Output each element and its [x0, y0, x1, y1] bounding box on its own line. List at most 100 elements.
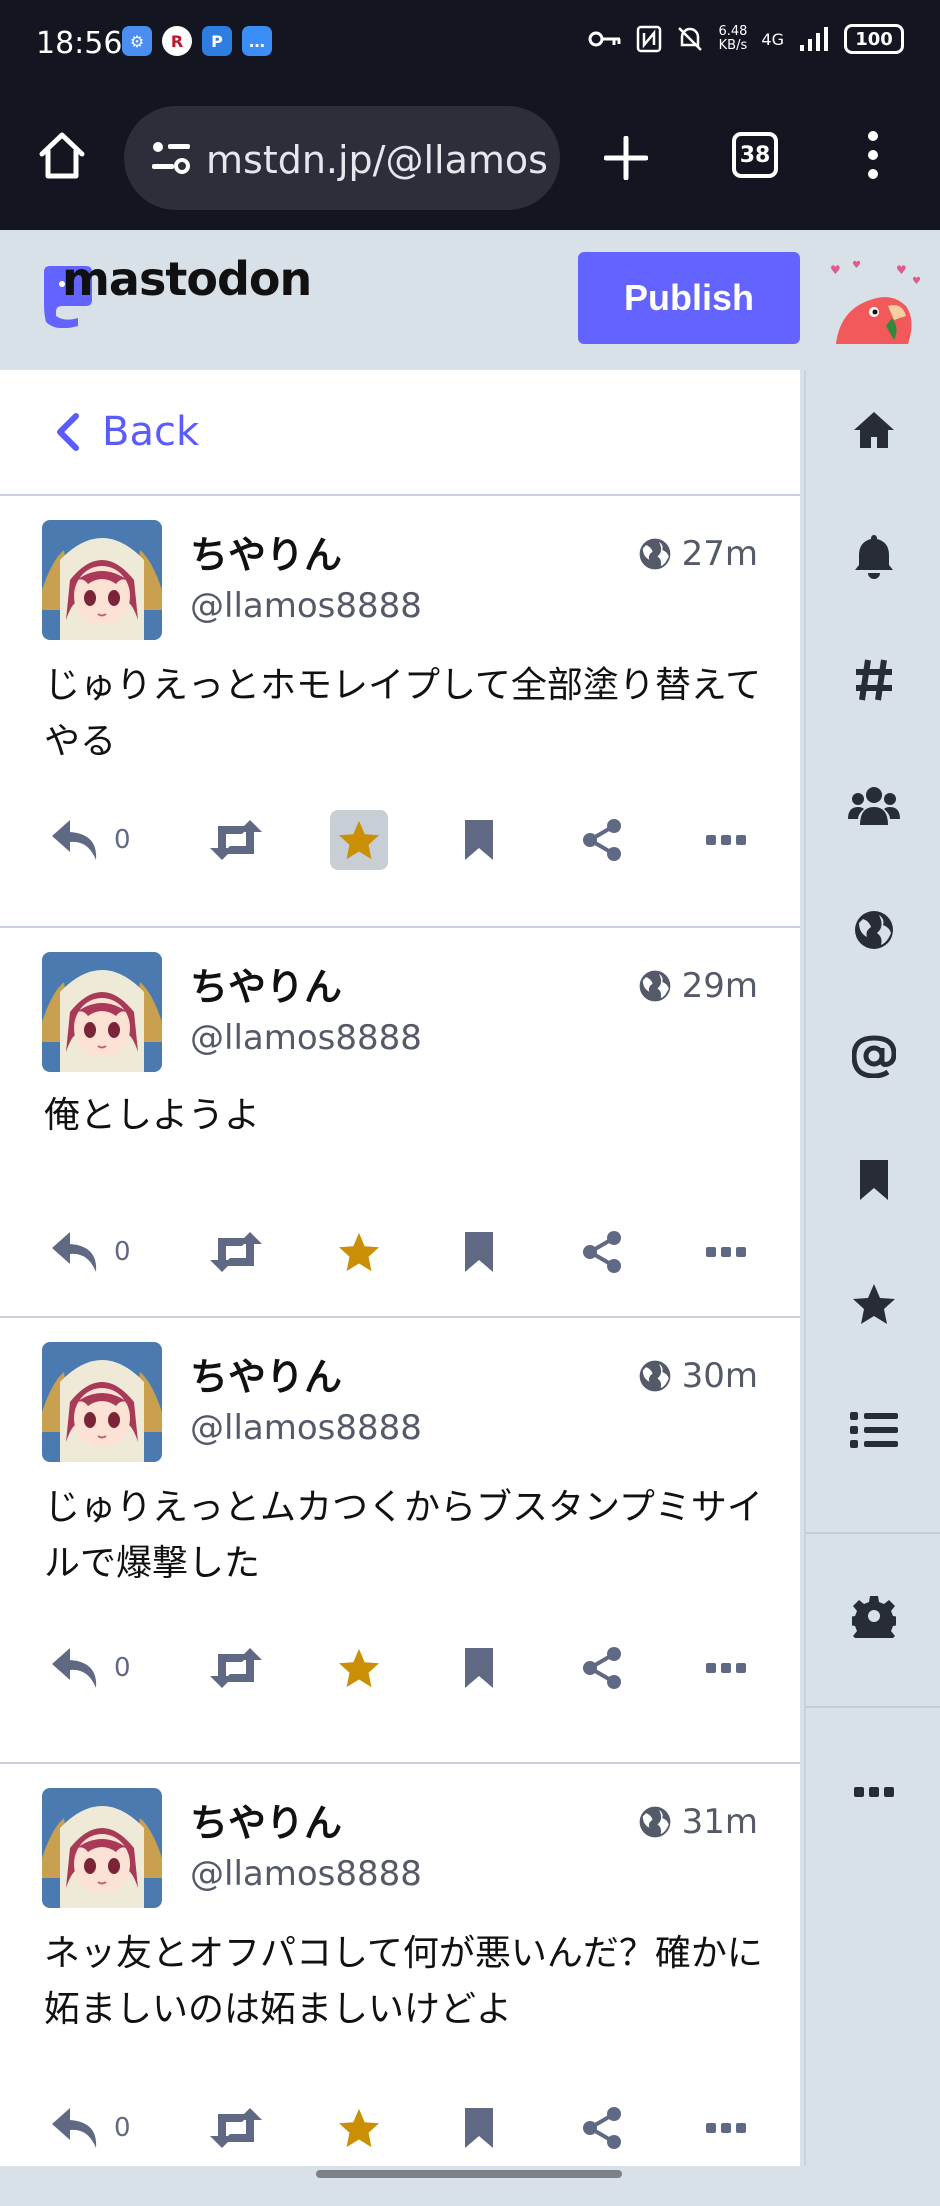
- parrot-avatar-icon: ♥ ♥ ♥ ♥: [830, 260, 921, 344]
- post-timestamp[interactable]: 29m: [638, 966, 758, 1006]
- nav-divider: [806, 1532, 940, 1534]
- globe-icon: [855, 911, 893, 949]
- boost-icon: [210, 1232, 262, 1272]
- account-handle[interactable]: @llamos8888: [190, 1854, 422, 1894]
- avatar-image: [42, 1342, 162, 1462]
- reply-count: 0: [114, 825, 131, 855]
- action-bar: 0: [42, 1222, 762, 1282]
- nav-favourites[interactable]: [806, 1264, 940, 1344]
- favourite-button[interactable]: [330, 2098, 388, 2158]
- account-handle[interactable]: @llamos8888: [190, 586, 422, 626]
- svg-text:♥: ♥: [852, 260, 861, 271]
- nav-more[interactable]: [806, 1752, 940, 1832]
- more-button[interactable]: [706, 2098, 746, 2158]
- browser-menu-icon[interactable]: [866, 130, 880, 180]
- reply-button[interactable]: 0: [50, 810, 131, 870]
- user-avatar[interactable]: ♥ ♥ ♥ ♥: [826, 260, 926, 350]
- gesture-bar[interactable]: [316, 2170, 622, 2178]
- avatar[interactable]: [42, 952, 162, 1072]
- reply-button[interactable]: 0: [50, 1222, 131, 1282]
- paypay-icon: P: [202, 26, 232, 56]
- display-name[interactable]: ちやりん: [190, 1346, 342, 1401]
- favourite-button[interactable]: [330, 1222, 388, 1282]
- home-icon[interactable]: [38, 130, 86, 182]
- mastodon-wordmark[interactable]: mastodon: [62, 252, 312, 306]
- display-name[interactable]: ちやりん: [190, 1792, 342, 1847]
- share-button[interactable]: [580, 2098, 624, 2158]
- reply-count: 0: [114, 1237, 131, 1267]
- post-timestamp[interactable]: 27m: [638, 534, 758, 574]
- bookmark-button[interactable]: [462, 2098, 496, 2158]
- bookmark-button[interactable]: [462, 1638, 496, 1698]
- vpn-key-icon: [588, 31, 621, 47]
- hashtag-icon: [856, 659, 892, 701]
- boost-button[interactable]: [208, 1222, 264, 1282]
- share-button[interactable]: [580, 810, 624, 870]
- nav-federated[interactable]: [806, 890, 940, 970]
- nav-preferences[interactable]: [806, 1576, 940, 1656]
- share-button[interactable]: [580, 1638, 624, 1698]
- network-type: 4G: [761, 29, 784, 49]
- publish-button[interactable]: Publish: [578, 252, 800, 344]
- tab-switcher-button[interactable]: 38: [732, 132, 778, 178]
- boost-button[interactable]: [208, 1638, 264, 1698]
- nav-bookmarks[interactable]: [806, 1140, 940, 1220]
- display-name[interactable]: ちやりん: [190, 956, 342, 1011]
- boost-icon: [210, 2108, 262, 2148]
- action-bar: 0: [42, 1638, 762, 1698]
- nav-local[interactable]: [806, 766, 940, 846]
- more-button[interactable]: [706, 1222, 746, 1282]
- more-button[interactable]: [706, 1638, 746, 1698]
- boost-button[interactable]: [208, 2098, 264, 2158]
- post-content: ネッ友とオフパコして何が悪いんだ？確かに妬ましいのは妬ましいけどよ: [44, 1933, 763, 2030]
- users-icon: [848, 787, 900, 825]
- boost-button[interactable]: [208, 810, 264, 870]
- favourite-button[interactable]: [330, 1638, 388, 1698]
- ellipsis-icon: [706, 1663, 746, 1673]
- star-icon: [338, 1648, 380, 1688]
- status-post[interactable]: ちやりん @llamos8888 31m ネッ友とオフパコして何が悪いんだ？確かに妬ま…: [0, 1764, 800, 2166]
- nav-divider: [806, 1706, 940, 1708]
- avatar[interactable]: [42, 520, 162, 640]
- share-button[interactable]: [580, 1222, 624, 1282]
- site-settings-icon[interactable]: [150, 138, 192, 178]
- status-post[interactable]: ちやりん @llamos8888 27m じゅりえっとホモレイプして全部塗り替えてやる…: [0, 496, 800, 928]
- avatar[interactable]: [42, 1788, 162, 1908]
- url-bar[interactable]: mstdn.jp/@llamos: [124, 106, 560, 210]
- reply-button[interactable]: 0: [50, 1638, 131, 1698]
- reply-icon: [52, 1232, 97, 1272]
- more-button[interactable]: [706, 810, 746, 870]
- reply-icon: [52, 1648, 97, 1688]
- svg-text:♥: ♥: [896, 263, 907, 277]
- relative-time: 27m: [681, 534, 758, 574]
- post-content: じゅりえっとホモレイプして全部塗り替えてやる: [44, 665, 762, 762]
- bookmark-button[interactable]: [462, 810, 496, 870]
- ellipsis-icon: [706, 835, 746, 845]
- at-icon: [852, 1035, 896, 1078]
- reply-button[interactable]: 0: [50, 2098, 131, 2158]
- bookmark-button[interactable]: [462, 1222, 496, 1282]
- new-tab-icon[interactable]: [604, 136, 648, 180]
- globe-icon: [639, 970, 670, 1002]
- account-handle[interactable]: @llamos8888: [190, 1408, 422, 1448]
- account-handle[interactable]: @llamos8888: [190, 1018, 422, 1058]
- list-icon: [850, 1412, 898, 1448]
- nav-lists[interactable]: [806, 1390, 940, 1470]
- status-post[interactable]: ちやりん @llamos8888 30m じゅりえっとムカつくからブスタンプミサイルで…: [0, 1318, 800, 1764]
- favourite-button[interactable]: [330, 810, 388, 870]
- network-speed: 6.48 KB/s: [718, 24, 748, 53]
- main-column: Back ちやりん @llamos8888 27m じゅりえっとホモレイプして全部塗り…: [0, 370, 800, 2166]
- avatar[interactable]: [42, 1342, 162, 1462]
- nav-notifications[interactable]: [806, 516, 940, 596]
- nav-mentions[interactable]: [806, 1016, 940, 1096]
- status-post[interactable]: ちやりん @llamos8888 29m 俺としようよ 0: [0, 928, 800, 1318]
- post-timestamp[interactable]: 31m: [638, 1802, 758, 1842]
- display-name[interactable]: ちやりん: [190, 524, 342, 579]
- nav-home[interactable]: [806, 390, 940, 470]
- back-button[interactable]: Back: [0, 370, 800, 496]
- navigation-sidebar: [804, 370, 940, 2166]
- message-app-icon: …: [242, 26, 272, 56]
- post-timestamp[interactable]: 30m: [638, 1356, 758, 1396]
- reply-count: 0: [114, 1653, 131, 1683]
- nav-explore[interactable]: [806, 640, 940, 720]
